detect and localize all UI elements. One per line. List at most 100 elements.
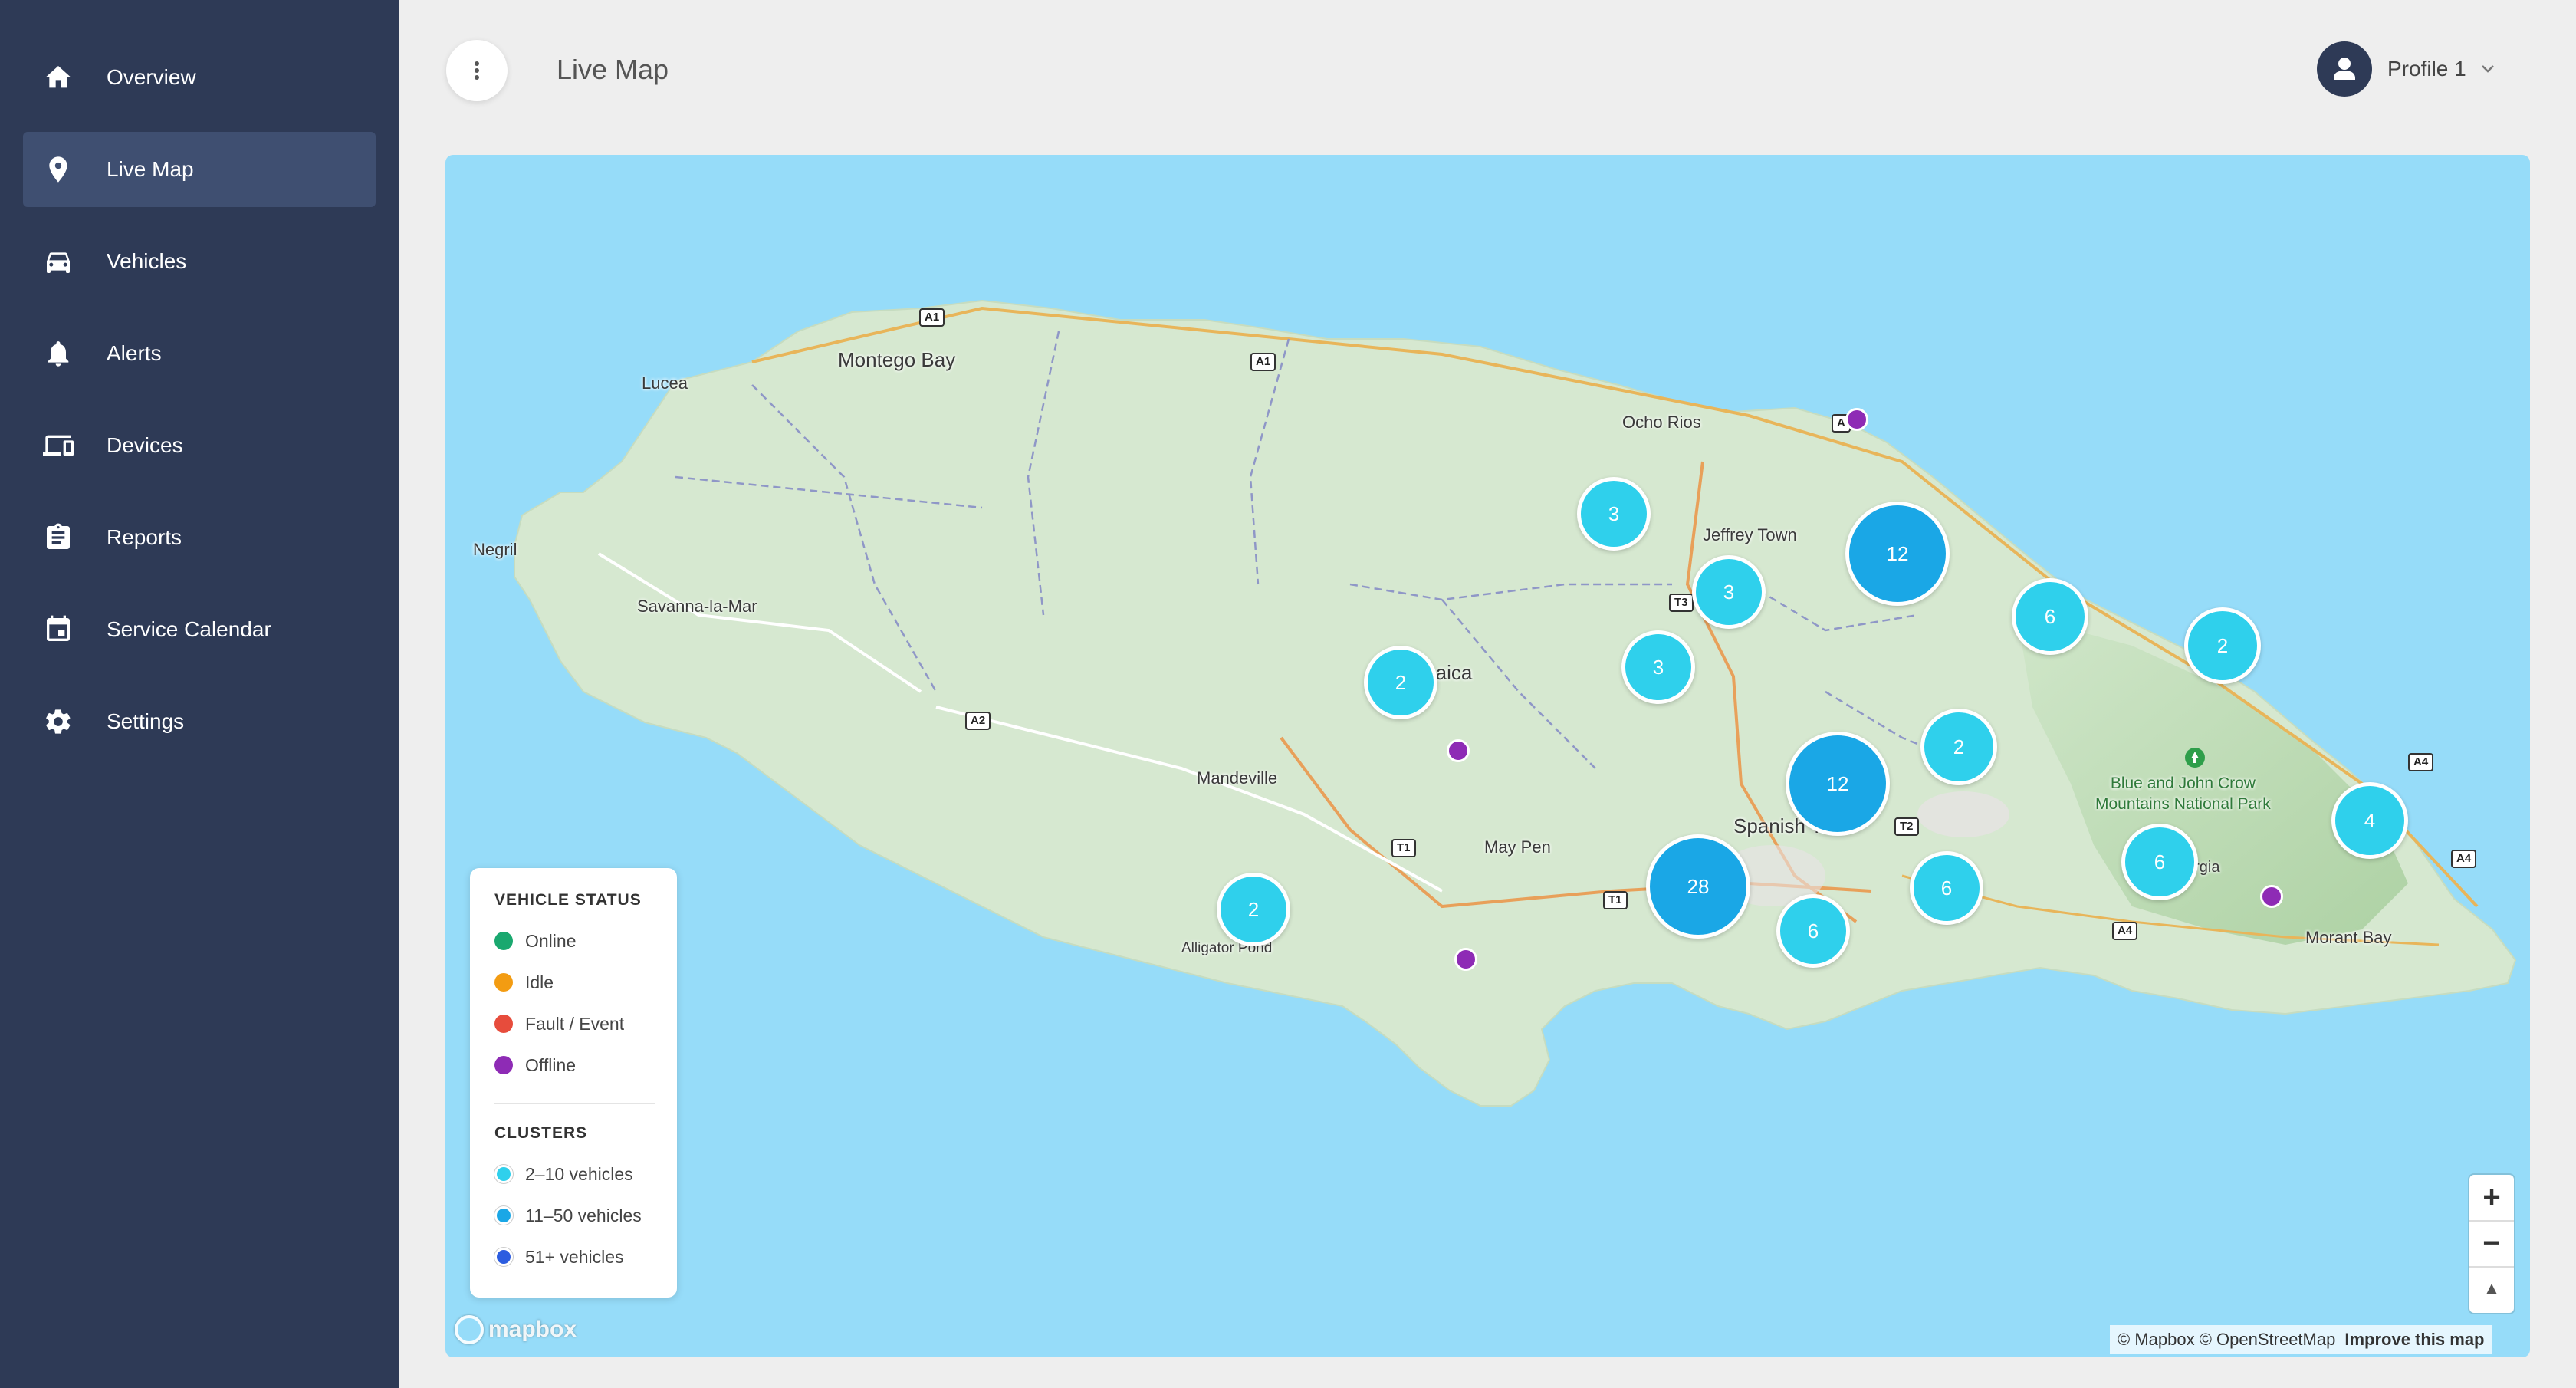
place-label: Jeffrey Town	[1703, 525, 1797, 544]
zoom-out-button[interactable]: −	[2469, 1221, 2514, 1265]
road-shield: A1	[1250, 353, 1276, 371]
place-label: Savanna-la-Mar	[637, 597, 757, 616]
improve-map-link[interactable]: Improve this map	[2344, 1330, 2484, 1350]
car-icon	[47, 252, 70, 273]
sidebar: Overview Live Map Vehicles Alerts Device…	[0, 0, 399, 1388]
cluster-marker[interactable]: 2	[2184, 607, 2261, 684]
legend-label: Idle	[525, 972, 554, 992]
cluster-marker[interactable]: 6	[2012, 578, 2088, 655]
sidebar-item-overview[interactable]: Overview	[23, 40, 376, 115]
road-shield: T3	[1669, 594, 1694, 612]
cluster-marker[interactable]: 2	[1364, 646, 1438, 719]
offline-vehicle-marker[interactable]	[1845, 408, 1868, 431]
sidebar-item-label: Devices	[107, 433, 183, 457]
road-shield: T1	[1392, 839, 1416, 857]
place-label: May Pen	[1484, 837, 1551, 857]
legend-item-online: Online	[495, 929, 576, 952]
cluster-marker[interactable]: 2	[1921, 709, 1997, 785]
park-label: Blue and John Crow Mountains National Pa…	[2095, 775, 2271, 813]
devices-icon	[43, 435, 74, 456]
legend-item-cluster-large: 51+ vehicles	[495, 1245, 624, 1268]
offline-vehicle-marker[interactable]	[2260, 885, 2283, 908]
legend-label: Offline	[525, 1054, 577, 1075]
place-label: Negril	[473, 540, 518, 559]
legend-item-fault: Fault / Event	[495, 1012, 624, 1035]
road-shield: T2	[1894, 817, 1919, 836]
map-legend: VEHICLE STATUS Online Idle Fault / Event…	[470, 868, 677, 1298]
sidebar-item-devices[interactable]: Devices	[23, 408, 376, 483]
offline-vehicle-marker[interactable]	[1454, 948, 1477, 971]
cluster-marker[interactable]: 6	[2121, 824, 2198, 900]
cluster-marker[interactable]: 28	[1646, 834, 1750, 939]
road-shield: A1	[919, 308, 945, 327]
legend-label: 51+ vehicles	[525, 1246, 624, 1267]
sidebar-item-reports[interactable]: Reports	[23, 500, 376, 575]
map-attribution: © Mapbox © OpenStreetMap Improve this ma…	[2110, 1325, 2492, 1354]
sidebar-item-alerts[interactable]: Alerts	[23, 316, 376, 391]
bell-icon	[48, 341, 69, 367]
cluster-marker[interactable]: 6	[1776, 894, 1850, 968]
home-icon	[45, 66, 71, 88]
status-dot	[495, 1015, 513, 1033]
mapbox-logo-text: mapbox	[488, 1317, 577, 1342]
more-vertical-icon	[475, 61, 479, 80]
map-canvas[interactable]: Montego Bay Lucea Negril Savanna-la-Mar …	[445, 155, 2530, 1357]
chevron-down-icon[interactable]	[2478, 61, 2498, 77]
cluster-marker[interactable]: 3	[1622, 630, 1695, 704]
map-controls: + − ▲	[2469, 1175, 2514, 1313]
place-label: Ocho Rios	[1622, 413, 1701, 432]
cluster-marker[interactable]: 3	[1577, 477, 1651, 551]
legend-divider	[495, 1103, 656, 1104]
sidebar-item-vehicles[interactable]: Vehicles	[23, 224, 376, 299]
sidebar-item-label: Overview	[107, 65, 196, 89]
compass-button[interactable]: ▲	[2469, 1267, 2514, 1311]
road-shield: T1	[1603, 891, 1628, 909]
sidebar-item-label: Settings	[107, 709, 185, 733]
sidebar-item-label: Alerts	[107, 341, 162, 365]
map-pin-icon	[49, 156, 67, 183]
zoom-in-button[interactable]: +	[2469, 1175, 2514, 1219]
place-label: Morant Bay	[2305, 928, 2392, 947]
legend-item-offline: Offline	[495, 1054, 576, 1077]
sidebar-item-settings[interactable]: Settings	[23, 684, 376, 759]
sidebar-item-label: Service Calendar	[107, 617, 271, 641]
road-shield: A4	[2112, 922, 2138, 940]
sidebar-item-service-calendar[interactable]: Service Calendar	[23, 592, 376, 667]
legend-label: 11–50 vehicles	[525, 1205, 642, 1225]
legend-label: Fault / Event	[525, 1013, 625, 1034]
page-title: Live Map	[557, 54, 669, 85]
road-shield: A4	[2408, 753, 2434, 771]
offline-vehicle-marker[interactable]	[1447, 739, 1470, 762]
cluster-marker[interactable]: 2	[1217, 873, 1290, 946]
legend-item-cluster-medium: 11–50 vehicles	[495, 1204, 642, 1227]
road-shield: A4	[2451, 850, 2477, 868]
legend-label: 2–10 vehicles	[525, 1163, 633, 1184]
sidebar-item-label: Vehicles	[107, 249, 187, 273]
cluster-dot	[495, 1248, 513, 1266]
legend-item-idle: Idle	[495, 971, 554, 994]
place-label: Montego Bay	[838, 348, 956, 371]
place-label: Mandeville	[1197, 768, 1278, 788]
sidebar-item-label: Reports	[107, 525, 182, 549]
person-icon	[2334, 58, 2355, 80]
sidebar-item-live-map[interactable]: Live Map	[23, 132, 376, 207]
cluster-dot	[495, 1165, 513, 1183]
status-dot	[495, 973, 513, 992]
gear-icon	[46, 709, 71, 734]
profile-menu[interactable]: Profile 1	[2387, 57, 2466, 81]
legend-label: Online	[525, 930, 577, 951]
cluster-marker[interactable]: 3	[1692, 555, 1766, 629]
cluster-marker[interactable]: 12	[1845, 502, 1950, 606]
clipboard-icon	[47, 523, 70, 549]
avatar[interactable]	[2317, 41, 2372, 97]
menu-button[interactable]	[446, 40, 508, 101]
mapbox-logo[interactable]: mapbox	[455, 1313, 577, 1347]
cluster-marker[interactable]: 12	[1786, 732, 1890, 836]
calendar-icon	[47, 615, 70, 641]
place-label: Lucea	[642, 373, 688, 393]
cluster-marker[interactable]: 6	[1910, 851, 1983, 925]
attribution-text[interactable]: © Mapbox © OpenStreetMap	[2118, 1330, 2335, 1350]
cluster-dot	[495, 1206, 513, 1225]
mapbox-logo-icon	[455, 1315, 484, 1344]
cluster-marker[interactable]: 4	[2331, 782, 2408, 859]
